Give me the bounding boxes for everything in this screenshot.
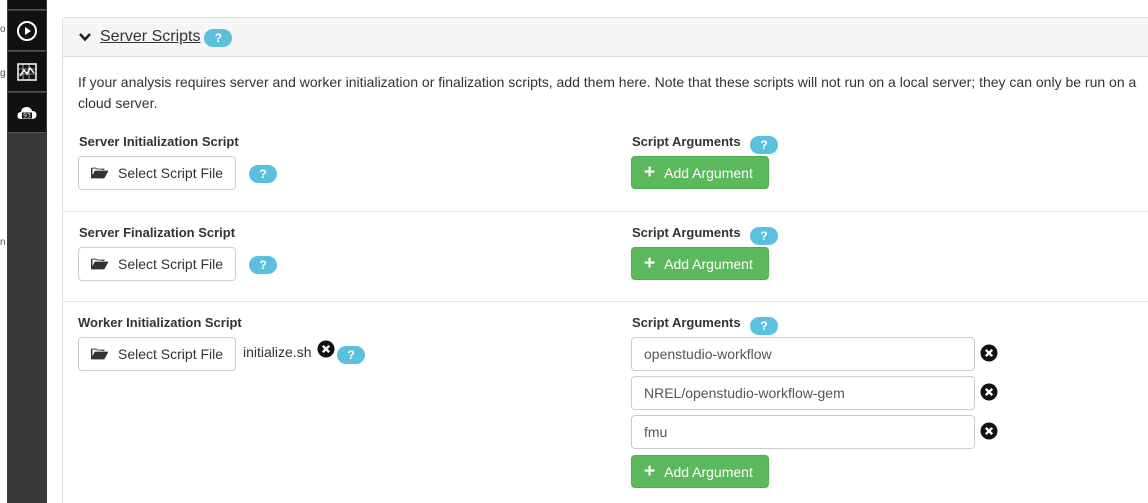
sidebar: 93 [7,0,47,503]
server-final-label: Server Finalization Script [79,225,236,240]
selected-file-name: initialize.sh [243,344,312,360]
remove-argument-icon[interactable] [980,422,998,440]
worker-init-row: Worker Initialization Script Select Scri… [63,301,1148,503]
folder-open-icon [91,258,108,270]
add-argument-button[interactable]: + Add Argument [631,156,769,189]
sidebar-item-top[interactable] [8,0,46,10]
plus-icon: + [644,253,656,274]
server-final-row: Server Finalization Script Select Script… [63,211,1148,301]
add-argument-label: Add Argument [664,164,753,181]
intro-text: If your analysis requires server and wor… [78,74,1137,111]
plus-icon: + [644,162,656,183]
help-badge[interactable]: ? [750,317,778,335]
script-arguments-label: Script Arguments [632,315,741,330]
worker-init-label: Worker Initialization Script [78,315,242,330]
help-badge[interactable]: ? [337,346,365,364]
add-argument-label: Add Argument [664,463,753,480]
play-circle-icon [17,20,37,41]
help-badge[interactable]: ? [750,136,778,154]
chart-map-icon [17,62,37,81]
script-arguments-label: Script Arguments [632,134,741,149]
plus-icon: + [644,461,656,482]
server-init-row: Server Initialization Script Select Scri… [63,121,1148,211]
chevron-down-icon[interactable] [78,30,92,44]
server-scripts-panel: Server Scripts ? If your analysis requir… [62,17,1148,503]
folder-open-icon [91,348,108,360]
remove-file-icon[interactable] [317,340,335,358]
sidebar-item-results[interactable] [8,52,46,92]
select-script-button[interactable]: Select Script File [78,337,236,371]
sidebar-item-run[interactable] [8,11,46,51]
select-script-label: Select Script File [118,165,224,181]
help-badge[interactable]: ? [750,227,778,245]
cloud-upload-icon: 93 [17,106,37,119]
panel-title[interactable]: Server Scripts [100,28,200,46]
server-init-label: Server Initialization Script [79,134,239,149]
select-script-label: Select Script File [118,346,224,362]
clipped-text: n [0,237,6,248]
clipped-text: g [0,68,6,79]
script-arguments-label: Script Arguments [632,225,741,240]
panel-header[interactable]: Server Scripts ? [63,18,1148,57]
clipped-text: o [0,24,6,35]
add-argument-button[interactable]: + Add Argument [631,455,769,488]
select-script-label: Select Script File [118,256,224,272]
select-script-button[interactable]: Select Script File [78,156,236,190]
remove-argument-icon[interactable] [980,383,998,401]
select-script-button[interactable]: Select Script File [78,247,236,281]
argument-input[interactable]: NREL/openstudio-workflow-gem [631,376,975,410]
svg-text:93: 93 [23,112,31,119]
add-argument-button[interactable]: + Add Argument [631,247,769,280]
help-badge[interactable]: ? [204,29,233,47]
argument-input[interactable]: openstudio-workflow [631,337,975,371]
remove-argument-icon[interactable] [980,344,998,362]
argument-input[interactable]: fmu [631,415,975,449]
help-badge[interactable]: ? [249,165,277,183]
folder-open-icon [91,167,108,179]
help-badge[interactable]: ? [249,256,277,274]
sidebar-item-cloud[interactable]: 93 [8,93,46,133]
add-argument-label: Add Argument [664,255,753,272]
